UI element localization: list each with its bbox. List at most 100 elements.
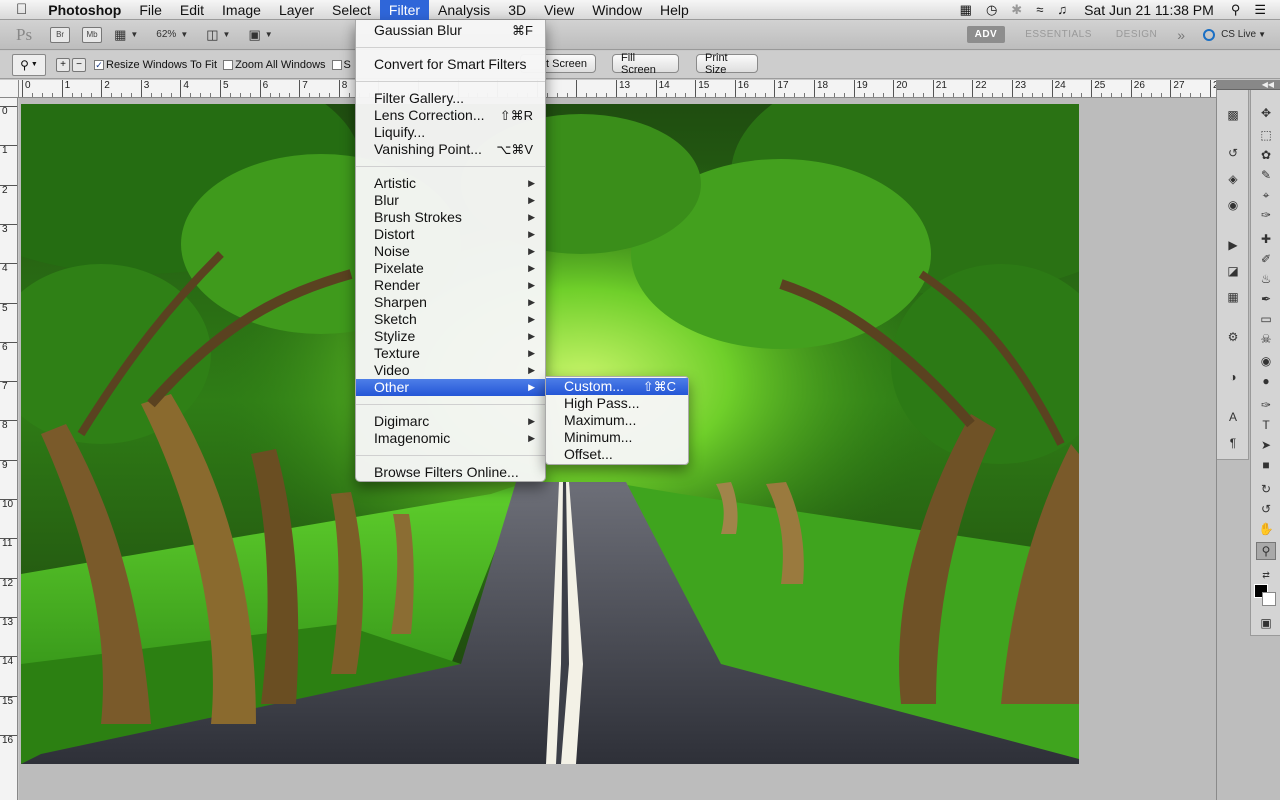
blur-tool-icon[interactable]: ◉ bbox=[1256, 352, 1276, 370]
bridge-button[interactable]: Br bbox=[50, 26, 71, 43]
menu-item-filter-gallery[interactable]: Filter Gallery... bbox=[356, 90, 545, 107]
zoom-out-icon[interactable]: − bbox=[72, 57, 86, 72]
layers-status-icon[interactable]: ▦ bbox=[953, 0, 979, 20]
background-color-swatch[interactable] bbox=[1262, 592, 1276, 606]
actions-panel-icon[interactable]: ▶ bbox=[1223, 236, 1243, 254]
zoom-all-windows-checkbox[interactable]: Zoom All Windows bbox=[223, 59, 326, 71]
paragraph-panel-icon[interactable]: ¶ bbox=[1223, 434, 1243, 452]
time-machine-icon[interactable]: ◷ bbox=[979, 0, 1004, 20]
adjustments-panel-icon[interactable]: ◪ bbox=[1223, 262, 1243, 280]
menu-item-pixelate[interactable]: Pixelate ▶ bbox=[356, 260, 545, 277]
menu-3d[interactable]: 3D bbox=[499, 0, 535, 20]
menu-layer[interactable]: Layer bbox=[270, 0, 323, 20]
collapse-panels-icon[interactable]: ◀◀ bbox=[1217, 80, 1280, 90]
menu-analysis[interactable]: Analysis bbox=[429, 0, 499, 20]
menu-item-digimarc[interactable]: Digimarc ▶ bbox=[356, 413, 545, 430]
brush-tool-icon[interactable]: ✐ bbox=[1256, 250, 1276, 268]
print-size-button[interactable]: Print Size bbox=[696, 52, 758, 76]
resize-windows-checkbox[interactable]: ✓ Resize Windows To Fit bbox=[94, 59, 217, 71]
workspace-design[interactable]: DESIGN bbox=[1104, 29, 1169, 40]
channels-panel-icon[interactable]: ◉ bbox=[1223, 196, 1243, 214]
zoom-level-dropdown[interactable]: 62% ▼ bbox=[156, 29, 188, 40]
3d-rotate-tool-icon[interactable]: ↻ bbox=[1256, 480, 1276, 498]
scrubby-zoom-checkbox[interactable]: S bbox=[331, 59, 351, 71]
menu-item-vanishing-point[interactable]: Vanishing Point... ⌥⌘V bbox=[356, 141, 545, 158]
notification-list-icon[interactable]: ☰ bbox=[1247, 0, 1280, 20]
menu-help[interactable]: Help bbox=[651, 0, 698, 20]
menu-item-sketch[interactable]: Sketch ▶ bbox=[356, 311, 545, 328]
arrange-documents-dropdown[interactable]: ◫ ▼ bbox=[206, 27, 230, 43]
tool-preset-picker[interactable]: ⚲ ▼ bbox=[12, 53, 46, 76]
healing-brush-tool-icon[interactable]: ✚ bbox=[1256, 230, 1276, 248]
menu-select[interactable]: Select bbox=[323, 0, 380, 20]
ruler-origin[interactable] bbox=[0, 80, 19, 98]
eraser-tool-icon[interactable]: ▭ bbox=[1256, 310, 1276, 328]
info-panel-icon[interactable]: ◑ bbox=[1223, 368, 1243, 386]
dodge-tool-icon[interactable]: ● bbox=[1256, 372, 1276, 390]
menu-view[interactable]: View bbox=[535, 0, 583, 20]
clone-stamp-tool-icon[interactable]: ♨ bbox=[1256, 270, 1276, 288]
menu-item-distort[interactable]: Distort ▶ bbox=[356, 226, 545, 243]
hand-tool-icon[interactable]: ✋ bbox=[1256, 520, 1276, 538]
cs-live-button[interactable]: CS Live ▼ bbox=[1193, 28, 1280, 41]
menu-item-artistic[interactable]: Artistic ▶ bbox=[356, 175, 545, 192]
paint-bucket-tool-icon[interactable]: ☠ bbox=[1256, 330, 1276, 348]
volume-icon[interactable]: ♫ bbox=[1050, 0, 1074, 20]
history-brush-tool-icon[interactable]: ✒ bbox=[1256, 290, 1276, 308]
screen-mode-dropdown[interactable]: ▣ ▼ bbox=[248, 27, 272, 43]
crop-tool-icon[interactable]: ⌖ bbox=[1256, 186, 1276, 204]
quick-mask-icon[interactable]: ▣ bbox=[1256, 614, 1276, 632]
menu-item-brush-strokes[interactable]: Brush Strokes ▶ bbox=[356, 209, 545, 226]
more-workspaces-icon[interactable]: » bbox=[1169, 27, 1193, 43]
menubar-clock[interactable]: Sat Jun 21 11:38 PM bbox=[1074, 2, 1224, 18]
menu-edit[interactable]: Edit bbox=[171, 0, 213, 20]
type-tool-icon[interactable]: T bbox=[1256, 416, 1276, 434]
zoom-in-icon[interactable]: + bbox=[56, 57, 70, 72]
submenu-item-offset[interactable]: Offset... bbox=[546, 446, 688, 463]
history-panel-icon[interactable]: ↺ bbox=[1223, 144, 1243, 162]
menu-filter[interactable]: Filter bbox=[379, 0, 430, 20]
move-tool-icon[interactable]: ✥ bbox=[1256, 104, 1276, 122]
zoom-tool-icon[interactable]: ⚲ bbox=[1256, 542, 1276, 560]
menu-item-lens-correction[interactable]: Lens Correction... ⇧⌘R bbox=[356, 107, 545, 124]
spotlight-search-icon[interactable]: ⚲ bbox=[1224, 0, 1248, 20]
menu-item-sharpen[interactable]: Sharpen ▶ bbox=[356, 294, 545, 311]
menu-item-blur[interactable]: Blur ▶ bbox=[356, 192, 545, 209]
horizontal-ruler[interactable]: 0123456781314151617181920212223242526272… bbox=[19, 80, 1216, 98]
menu-item-texture[interactable]: Texture ▶ bbox=[356, 345, 545, 362]
view-extras-dropdown[interactable]: ▦ ▼ bbox=[114, 27, 138, 43]
eyedropper-tool-icon[interactable]: ✑ bbox=[1256, 206, 1276, 224]
submenu-item-minimum[interactable]: Minimum... bbox=[546, 429, 688, 446]
menu-item-last-filter[interactable]: Gaussian Blur ⌘F bbox=[356, 22, 545, 39]
submenu-item-custom[interactable]: Custom... ⇧⌘C bbox=[546, 378, 688, 395]
menu-item-convert-smart-filters[interactable]: Convert for Smart Filters bbox=[356, 56, 545, 73]
menu-item-noise[interactable]: Noise ▶ bbox=[356, 243, 545, 260]
mini-bridge-button[interactable]: Mb bbox=[82, 26, 103, 43]
menu-item-browse-filters-online[interactable]: Browse Filters Online... bbox=[356, 464, 545, 481]
lasso-tool-icon[interactable]: ✿ bbox=[1256, 146, 1276, 164]
mini-bridge-panel-icon[interactable]: ▩ bbox=[1223, 106, 1243, 124]
apple-menu-icon[interactable]:  bbox=[0, 0, 39, 20]
workspace-essentials[interactable]: ESSENTIALS bbox=[1013, 29, 1104, 40]
menu-window[interactable]: Window bbox=[583, 0, 651, 20]
bluetooth-icon[interactable]: ✱ bbox=[1004, 0, 1029, 20]
menu-item-liquify[interactable]: Liquify... bbox=[356, 124, 545, 141]
marquee-tool-icon[interactable]: ⬚ bbox=[1256, 126, 1276, 144]
swap-colors-icon[interactable]: ⇄ bbox=[1256, 566, 1276, 584]
quick-selection-tool-icon[interactable]: ✎ bbox=[1256, 166, 1276, 184]
layers-panel-icon[interactable]: ◈ bbox=[1223, 170, 1243, 188]
menu-file[interactable]: File bbox=[130, 0, 171, 20]
wifi-icon[interactable]: ≈ bbox=[1029, 0, 1050, 20]
menu-image[interactable]: Image bbox=[213, 0, 270, 20]
vertical-ruler[interactable]: 0 1 2 3 4 5 6 7 8 9 10 11 12 13 14 15 16 bbox=[0, 98, 18, 800]
menu-item-imagenomic[interactable]: Imagenomic ▶ bbox=[356, 430, 545, 447]
menu-item-video[interactable]: Video ▶ bbox=[356, 362, 545, 379]
submenu-item-high-pass[interactable]: High Pass... bbox=[546, 395, 688, 412]
3d-orbit-tool-icon[interactable]: ↺ bbox=[1256, 500, 1276, 518]
character-panel-icon[interactable]: A bbox=[1223, 408, 1243, 426]
menu-item-render[interactable]: Render ▶ bbox=[356, 277, 545, 294]
fill-screen-button[interactable]: Fill Screen bbox=[612, 52, 679, 76]
pen-tool-icon[interactable]: ✑ bbox=[1256, 396, 1276, 414]
menu-app-name[interactable]: Photoshop bbox=[39, 0, 130, 20]
navigator-panel-icon[interactable]: ⚙ bbox=[1223, 328, 1243, 346]
